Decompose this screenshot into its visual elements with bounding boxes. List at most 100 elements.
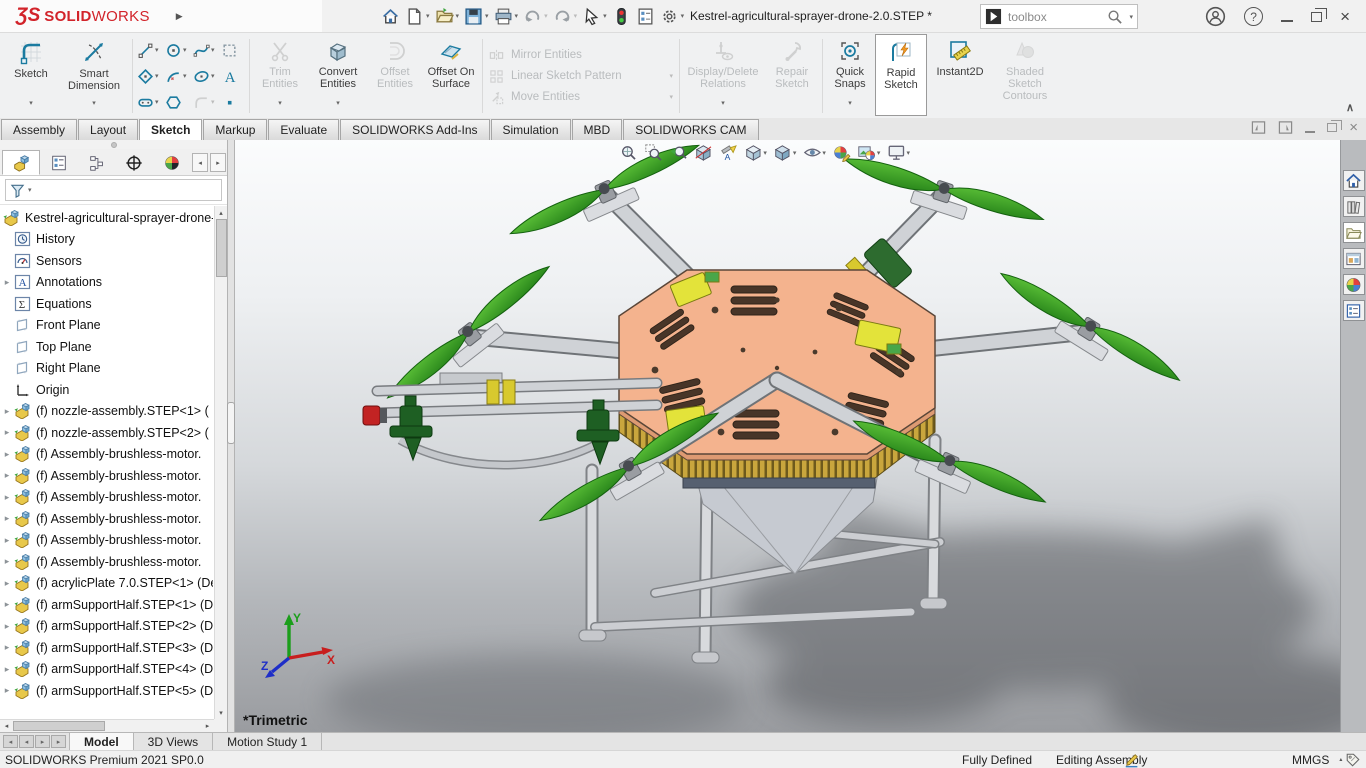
tags-button[interactable] [1345, 752, 1361, 768]
scroll-left-arrow-icon[interactable] [0, 722, 13, 730]
last-tab-button[interactable] [51, 735, 66, 748]
section-view-button[interactable] [693, 143, 712, 162]
tab-simulation[interactable]: Simulation [490, 119, 571, 140]
display-style-button[interactable] [773, 143, 797, 162]
tab-evaluate[interactable]: Evaluate [268, 119, 340, 140]
search-input[interactable]: toolbox [1008, 10, 1100, 24]
slot-tool[interactable] [135, 94, 159, 111]
hexagon-tool[interactable] [163, 94, 182, 111]
tree-item-history[interactable]: History [0, 229, 213, 251]
close-button[interactable] [1340, 10, 1350, 24]
taskpane-home-button[interactable] [1342, 170, 1365, 191]
scroll-up-arrow-icon[interactable] [215, 206, 227, 219]
tree-item-sensors[interactable]: Sensors [0, 250, 213, 272]
tab-featuremanager[interactable] [2, 150, 40, 175]
ellipse-tool[interactable] [191, 68, 215, 85]
dock-pane-left-icon[interactable] [1251, 120, 1266, 135]
tab-solidworks-cam[interactable]: SOLIDWORKS CAM [623, 119, 759, 140]
point-tool[interactable] [219, 94, 238, 111]
quick-snaps-caret[interactable] [848, 98, 852, 110]
expand-arrow-icon[interactable] [0, 513, 14, 524]
previous-view-button[interactable] [668, 143, 687, 162]
zoom-to-fit-button[interactable] [618, 143, 637, 162]
first-tab-button[interactable] [3, 735, 18, 748]
splitter-collapse-handle[interactable] [227, 402, 235, 444]
tree-item-component[interactable]: (f) Assembly-brushless-motor. [0, 551, 213, 573]
tree-item-component[interactable]: (f) Assembly-brushless-motor. [0, 508, 213, 530]
doc-restore-icon[interactable] [1327, 120, 1343, 132]
filter-options-caret[interactable] [28, 186, 32, 194]
user-account-icon[interactable] [1205, 6, 1226, 27]
tab-configurationmanager[interactable] [78, 150, 116, 175]
tree-item-front-plane[interactable]: Front Plane [0, 315, 213, 337]
expand-arrow-icon[interactable] [0, 277, 14, 288]
expand-arrow-icon[interactable] [0, 556, 14, 567]
apply-scene-button[interactable] [857, 143, 881, 162]
doc-minimize-icon[interactable] [1305, 131, 1316, 133]
expand-arrow-icon[interactable] [0, 642, 14, 653]
tree-item-component[interactable]: (f) acrylicPlate 7.0.STEP<1> (De [0, 573, 213, 595]
tab-sketch[interactable]: Sketch [139, 119, 203, 140]
logo-expand-arrow-icon[interactable] [176, 11, 183, 22]
rebuild-button[interactable] [611, 5, 632, 28]
expand-arrow-icon[interactable] [0, 685, 14, 696]
tree-item-component[interactable]: (f) Assembly-brushless-motor. [0, 487, 213, 509]
tree-item-component[interactable]: (f) nozzle-assembly.STEP<2> ( [0, 422, 213, 444]
home-button[interactable] [380, 5, 401, 28]
quick-snaps-button[interactable]: Quick Snaps [825, 34, 875, 116]
tree-item-annotations[interactable]: Annotations [0, 272, 213, 294]
tab-motion-study-1[interactable]: Motion Study 1 [213, 733, 323, 750]
smart-dimension-flyout-caret[interactable] [92, 98, 96, 110]
tree-filter-input[interactable] [5, 179, 222, 201]
scroll-down-arrow-icon[interactable] [215, 706, 227, 719]
doc-close-icon[interactable] [1349, 121, 1358, 134]
tab-dimxpertmanager[interactable] [115, 150, 153, 175]
open-button[interactable] [434, 5, 461, 28]
spline-tool[interactable] [191, 42, 215, 59]
tree-item-right-plane[interactable]: Right Plane [0, 358, 213, 380]
scroll-right-arrow-icon[interactable] [201, 722, 214, 730]
tree-vertical-scrollbar[interactable] [214, 206, 227, 719]
hide-show-items-button[interactable] [802, 143, 826, 162]
tree-item-origin[interactable]: Origin [0, 379, 213, 401]
design-library-button[interactable] [1342, 196, 1365, 217]
collapse-ribbon-chevron[interactable] [1346, 101, 1354, 114]
tab-propertymanager[interactable] [40, 150, 78, 175]
view-orientation-button[interactable] [743, 143, 767, 162]
tree-item-component[interactable]: (f) armSupportHalf.STEP<1> (D [0, 594, 213, 616]
graphics-viewport[interactable]: Y X Z *Trimetric [235, 140, 1340, 732]
panel-viewport-splitter[interactable] [227, 140, 235, 732]
expand-arrow-icon[interactable] [0, 664, 14, 675]
expand-arrow-icon[interactable] [0, 449, 14, 460]
view-settings-button[interactable] [886, 143, 910, 162]
sketch-button[interactable]: Sketch [4, 34, 58, 116]
line-tool[interactable] [135, 42, 159, 59]
tab-markup[interactable]: Markup [203, 119, 268, 140]
tab-solidworks-add-ins[interactable]: SOLIDWORKS Add-Ins [340, 119, 490, 140]
sketch-text-tool[interactable] [219, 68, 238, 85]
tree-item-top-plane[interactable]: Top Plane [0, 336, 213, 358]
tab-layout[interactable]: Layout [78, 119, 139, 140]
tree-item-component[interactable]: (f) Assembly-brushless-motor. [0, 465, 213, 487]
save-button[interactable] [463, 5, 490, 28]
dock-pane-right-icon[interactable] [1278, 120, 1293, 135]
tree-item-component[interactable]: (f) armSupportHalf.STEP<2> (D [0, 616, 213, 638]
options-button[interactable] [659, 5, 686, 28]
expand-arrow-icon[interactable] [0, 599, 14, 610]
offset-on-surface-button[interactable]: Offset On Surface [422, 34, 480, 116]
expand-arrow-icon[interactable] [0, 492, 14, 503]
tree-horizontal-scrollbar[interactable] [0, 719, 214, 732]
tree-item-equations[interactable]: Equations [0, 293, 213, 315]
tree-item-component[interactable]: (f) Assembly-brushless-motor. [0, 530, 213, 552]
tree-item-component[interactable]: (f) Assembly-brushless-motor. [0, 444, 213, 466]
rapid-sketch-button[interactable]: Rapid Sketch [875, 34, 927, 116]
tab-displaymanager[interactable] [153, 150, 191, 175]
tree-root[interactable]: Kestrel-agricultural-sprayer-drone- [0, 207, 213, 229]
circle-tool[interactable] [163, 42, 187, 59]
instant2d-button[interactable]: Instant2D [927, 34, 993, 116]
sketch-flyout-caret[interactable] [29, 98, 33, 110]
minimize-button[interactable] [1281, 19, 1294, 22]
expand-arrow-icon[interactable] [0, 578, 14, 589]
tree-item-component[interactable]: (f) nozzle-assembly.STEP<1> ( [0, 401, 213, 423]
next-tab-button[interactable] [35, 735, 50, 748]
